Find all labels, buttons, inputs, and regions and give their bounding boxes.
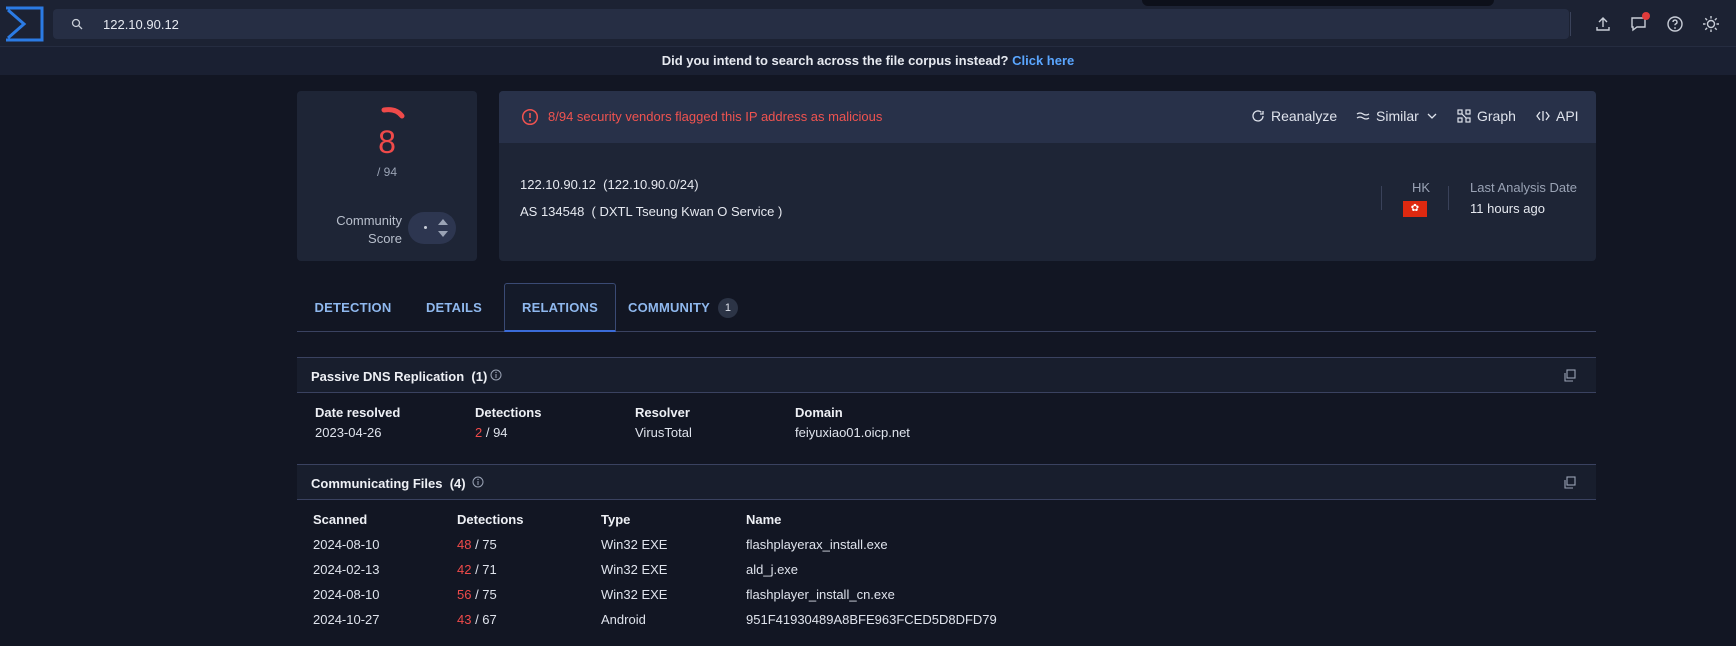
chat-button[interactable]: [1627, 12, 1651, 36]
file-name-link[interactable]: 951F41930489A8BFE963FCED5D8DFD79: [746, 612, 997, 627]
file-detections: 48 / 75: [457, 537, 497, 552]
divider: [1381, 186, 1382, 210]
file-scanned: 2024-08-10: [313, 587, 380, 602]
community-score-value: [424, 226, 427, 229]
ip-address: 122.10.90.12 (122.10.90.0/24): [520, 177, 699, 192]
tab-details[interactable]: DETAILS: [412, 283, 496, 332]
as-owner: AS 134548 ( DXTL Tseung Kwan O Service ): [520, 204, 783, 219]
file-scanned: 2024-02-13: [313, 562, 380, 577]
col-date-resolved: Date resolved: [315, 405, 401, 420]
graph-button[interactable]: Graph: [1457, 108, 1516, 124]
info-icon[interactable]: [472, 476, 484, 488]
tab-community-label: COMMUNITY: [628, 300, 710, 315]
click-here-link[interactable]: Click here: [1012, 53, 1074, 68]
dropdown-edge: [1142, 0, 1494, 6]
last-analysis-value: 11 hours ago: [1470, 201, 1545, 216]
search-box[interactable]: 122.10.90.12: [53, 9, 1569, 39]
reanalyze-button[interactable]: Reanalyze: [1251, 108, 1337, 124]
community-score-label: Community Score: [318, 212, 402, 248]
communicating-files-title: Communicating Files (4): [311, 476, 466, 491]
help-button[interactable]: [1663, 12, 1687, 36]
col-name: Name: [746, 512, 782, 527]
notice-text: Did you intend to search across the file…: [661, 53, 1009, 68]
copy-icon[interactable]: [1563, 476, 1576, 489]
file-scanned: 2024-10-27: [313, 612, 380, 627]
col-type: Type: [601, 512, 631, 527]
file-type: Win32 EXE: [601, 537, 668, 552]
theme-icon: [1703, 16, 1719, 32]
file-type: Win32 EXE: [601, 587, 668, 602]
alert-text: 8/94 security vendors flagged this IP ad…: [548, 109, 883, 124]
col-resolver: Resolver: [635, 405, 690, 420]
notification-dot: [1642, 12, 1650, 20]
detection-score: 8: [378, 124, 396, 160]
logo-icon[interactable]: [4, 6, 44, 42]
alert-bar: 8/94 security vendors flagged this IP ad…: [499, 91, 1596, 143]
api-icon: [1536, 111, 1550, 121]
col-domain: Domain: [795, 405, 843, 420]
top-bar: 122.10.90.12: [0, 0, 1736, 47]
community-score-label-line1: Community: [336, 213, 402, 228]
file-detections: 42 / 71: [457, 562, 497, 577]
last-analysis-label: Last Analysis Date: [1470, 180, 1577, 195]
detection-total: / 94: [376, 165, 397, 179]
hk-flag-icon: ✿: [1403, 201, 1427, 217]
community-score-label-line2: Score: [368, 231, 402, 246]
alert-icon: [521, 108, 539, 126]
dns-date: 2023-04-26: [315, 425, 382, 440]
tab-detection[interactable]: DETECTION: [297, 283, 409, 332]
col-detections: Detections: [475, 405, 542, 420]
corpus-notice: Did you intend to search across the file…: [0, 47, 1736, 75]
file-type: Android: [601, 612, 646, 627]
divider: [1448, 186, 1449, 210]
similar-icon: [1356, 112, 1370, 120]
file-type: Win32 EXE: [601, 562, 668, 577]
copy-icon[interactable]: [1563, 369, 1576, 382]
file-name-link[interactable]: ald_j.exe: [746, 562, 798, 577]
similar-button[interactable]: Similar: [1356, 108, 1439, 124]
file-scanned: 2024-08-10: [313, 537, 380, 552]
upload-button[interactable]: [1591, 12, 1615, 36]
api-button[interactable]: API: [1536, 108, 1579, 124]
file-name-link[interactable]: flashplayer_install_cn.exe: [746, 587, 895, 602]
country-code: HK: [1411, 180, 1431, 195]
search-icon: [71, 18, 83, 30]
col-detections: Detections: [457, 512, 524, 527]
vote-down-icon[interactable]: [438, 231, 448, 237]
reanalyze-label: Reanalyze: [1271, 108, 1338, 124]
vote-up-icon[interactable]: [438, 219, 448, 225]
file-detections: 43 / 67: [457, 612, 497, 627]
dns-detections: 2 / 94: [475, 425, 508, 440]
tab-bar: DETECTION DETAILS RELATIONS COMMUNITY 1: [297, 283, 1596, 332]
file-detections: 56 / 75: [457, 587, 497, 602]
col-scanned: Scanned: [313, 512, 368, 527]
graph-label: Graph: [1477, 108, 1516, 124]
passive-dns-header: Passive DNS Replication (1): [297, 357, 1596, 393]
theme-button[interactable]: [1699, 12, 1723, 36]
api-label: API: [1556, 108, 1579, 124]
ip-summary-card: 8/94 security vendors flagged this IP ad…: [499, 91, 1596, 261]
chevron-down-icon: [1427, 113, 1437, 119]
dns-domain-link[interactable]: feiyuxiao01.oicp.net: [795, 425, 910, 440]
community-score-widget[interactable]: [408, 212, 456, 244]
toolbar-divider: [1570, 12, 1571, 36]
info-icon[interactable]: [490, 369, 502, 381]
passive-dns-title: Passive DNS Replication (1): [311, 369, 488, 384]
dns-resolver: VirusTotal: [635, 425, 692, 440]
graph-icon: [1457, 109, 1471, 123]
search-input[interactable]: 122.10.90.12: [103, 17, 179, 32]
file-name-link[interactable]: flashplayerax_install.exe: [746, 537, 888, 552]
communicating-files-header: Communicating Files (4): [297, 464, 1596, 500]
community-count-badge: 1: [717, 297, 738, 318]
similar-label: Similar: [1376, 108, 1419, 124]
tab-relations[interactable]: RELATIONS: [504, 283, 616, 332]
tab-community[interactable]: COMMUNITY 1: [623, 283, 743, 332]
help-icon: [1667, 16, 1683, 32]
refresh-icon: [1252, 110, 1264, 122]
upload-icon: [1596, 17, 1610, 31]
